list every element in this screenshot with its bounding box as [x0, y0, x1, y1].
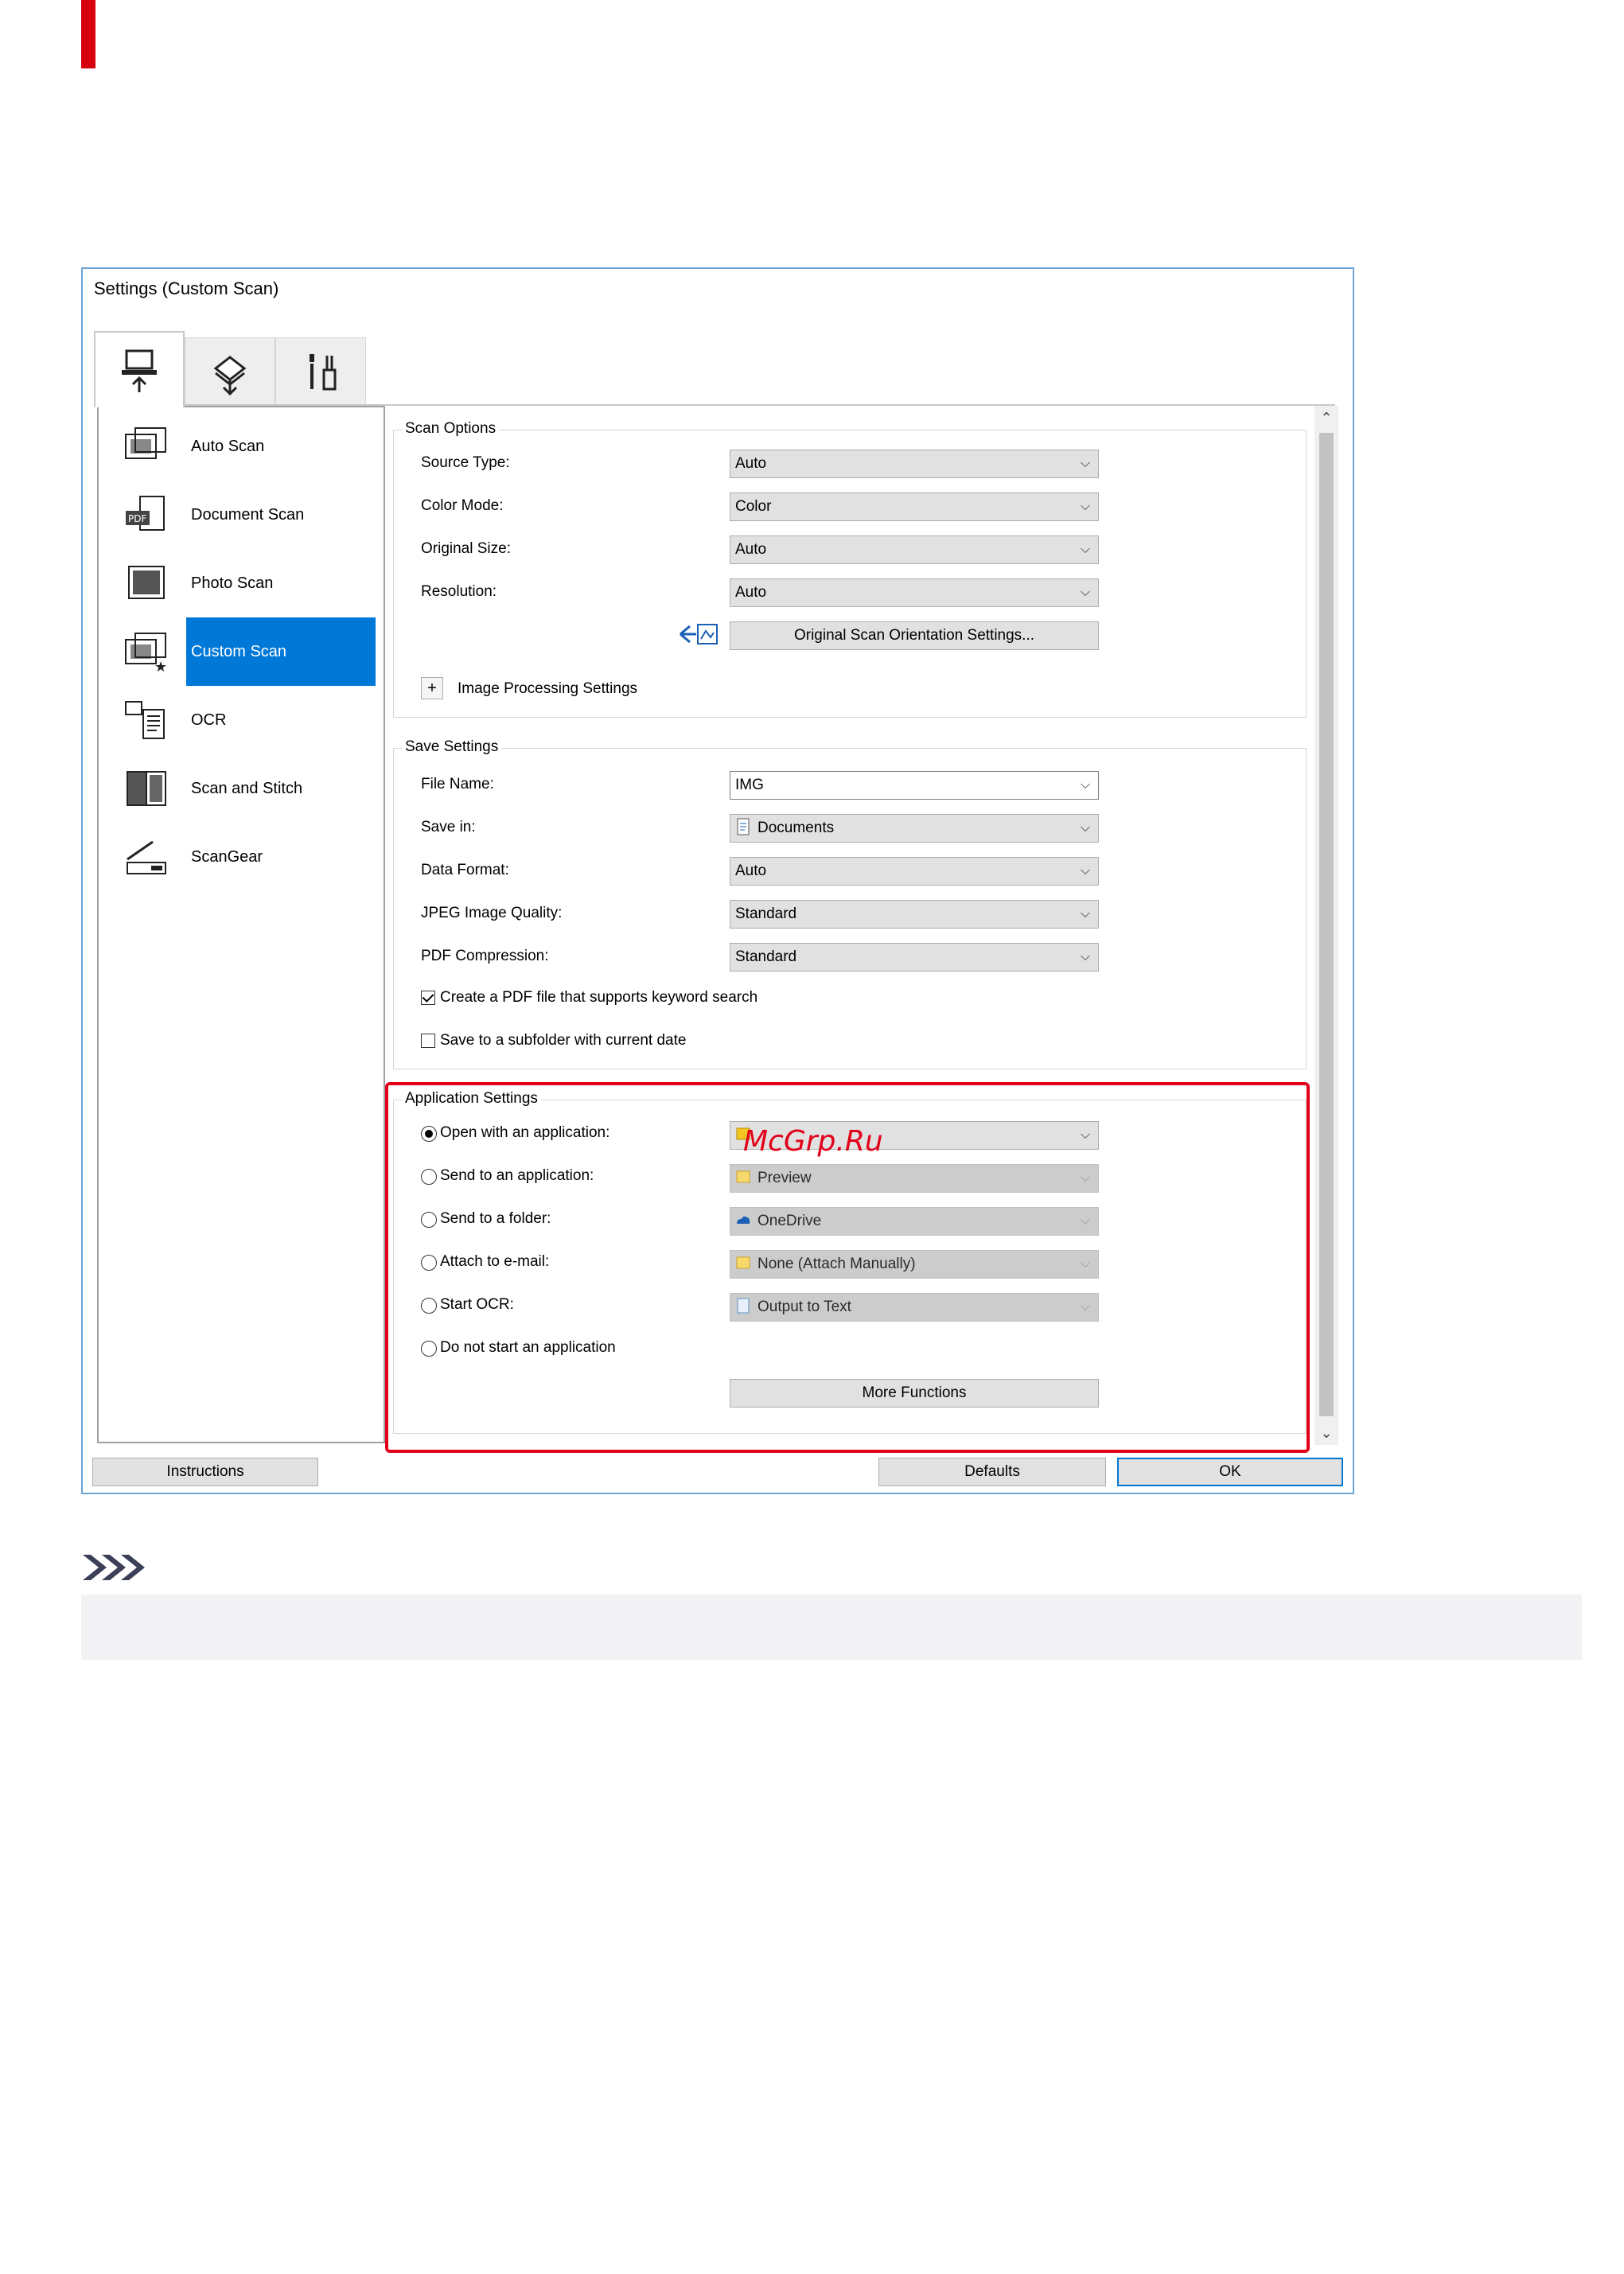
- document-scan-icon: PDF: [126, 496, 165, 531]
- resolution-label: Resolution:: [421, 583, 497, 600]
- source-type-select[interactable]: Auto ⌵: [730, 450, 1099, 478]
- scroll-down-icon[interactable]: ⌄: [1314, 1421, 1338, 1445]
- scan-from-computer-icon: [122, 349, 157, 392]
- source-type-label: Source Type:: [421, 454, 510, 471]
- mode-label: Photo Scan: [191, 574, 274, 592]
- note-box: [81, 1595, 1582, 1660]
- file-name-input[interactable]: IMG ⌵: [730, 771, 1099, 800]
- color-mode-label: Color Mode:: [421, 497, 504, 514]
- jpeg-quality-select[interactable]: Standard ⌵: [730, 900, 1099, 929]
- documents-folder-icon: [737, 818, 750, 835]
- keyword-search-label: Create a PDF file that supports keyword …: [440, 989, 758, 1006]
- group-title: Scan Options: [402, 420, 500, 438]
- chevron-down-icon: ⌵: [1080, 586, 1090, 599]
- tab-scan-from-operation-panel[interactable]: [185, 337, 275, 406]
- auto-scan-icon: [125, 427, 166, 459]
- scan-and-stitch-icon: [127, 771, 166, 806]
- scangear-icon: [127, 840, 166, 874]
- scroll-thumb[interactable]: [1319, 433, 1334, 1416]
- tab-general-settings[interactable]: [275, 337, 366, 406]
- chevron-down-icon: ⌵: [1080, 457, 1090, 470]
- pdf-compression-label: PDF Compression:: [421, 948, 549, 964]
- chevron-down-icon: ⌵: [1080, 778, 1090, 792]
- subfolder-checkbox[interactable]: [421, 1034, 435, 1048]
- save-settings-group: Save Settings File Name: IMG ⌵ Save in: D…: [393, 738, 1307, 1069]
- mode-scangear[interactable]: ScanGear: [99, 823, 384, 891]
- mode-label: ScanGear: [191, 848, 263, 866]
- original-size-label: Original Size:: [421, 540, 511, 557]
- svg-text:★: ★: [154, 659, 167, 673]
- keyword-search-checkbox[interactable]: [421, 991, 435, 1005]
- custom-scan-icon: ★: [125, 633, 167, 673]
- instructions-button[interactable]: Instructions: [92, 1458, 318, 1486]
- mode-label: Auto Scan: [191, 438, 265, 455]
- tab-scan-from-computer[interactable]: [94, 331, 185, 407]
- orientation-icon: [680, 624, 718, 644]
- chevron-down-icon: ⌵: [1080, 907, 1090, 921]
- save-in-select[interactable]: Documents ⌵: [730, 814, 1099, 843]
- section-marker: [81, 0, 95, 68]
- jpeg-quality-label: JPEG Image Quality:: [421, 905, 563, 921]
- defaults-button[interactable]: Defaults: [878, 1458, 1106, 1486]
- mode-ocr[interactable]: OCR: [99, 686, 384, 754]
- mode-auto-scan[interactable]: Auto Scan: [99, 412, 384, 481]
- chevron-down-icon: ⌵: [1080, 500, 1090, 513]
- mode-document-scan[interactable]: PDF Document Scan: [99, 481, 384, 549]
- color-mode-select[interactable]: Color ⌵: [730, 493, 1099, 521]
- image-processing-label: Image Processing Settings: [458, 680, 638, 697]
- mode-label: OCR: [191, 711, 227, 729]
- window-title: Settings (Custom Scan): [94, 278, 279, 298]
- mode-label: Document Scan: [191, 506, 305, 524]
- tab-bar: [94, 331, 366, 407]
- scan-mode-list: Auto Scan PDF Document Scan Photo Scan ★: [97, 406, 385, 1443]
- photo-scan-icon: [128, 566, 165, 599]
- ocr-icon: [125, 701, 165, 739]
- mode-custom-scan[interactable]: ★ Custom Scan: [99, 617, 384, 686]
- chevron-down-icon: ⌵: [1080, 821, 1090, 835]
- original-size-select[interactable]: Auto ⌵: [730, 535, 1099, 564]
- pdf-compression-select[interactable]: Standard ⌵: [730, 943, 1099, 972]
- chevron-down-icon: ⌵: [1080, 543, 1090, 556]
- chevron-down-icon: ⌵: [1080, 864, 1090, 878]
- orientation-settings-button[interactable]: Original Scan Orientation Settings...: [730, 621, 1099, 650]
- expand-icon[interactable]: +: [421, 677, 443, 699]
- general-settings-icon: [310, 354, 337, 391]
- note-icon: [83, 1555, 145, 1580]
- scan-options-group: Scan Options Source Type: Auto ⌵ Color Mo…: [393, 420, 1307, 718]
- resolution-select[interactable]: Auto ⌵: [730, 578, 1099, 607]
- data-format-label: Data Format:: [421, 862, 509, 878]
- vertical-scrollbar[interactable]: ⌃ ⌄: [1314, 406, 1338, 1445]
- mode-photo-scan[interactable]: Photo Scan: [99, 549, 384, 617]
- mode-scan-and-stitch[interactable]: Scan and Stitch: [99, 754, 384, 823]
- mode-label: Custom Scan: [186, 617, 376, 686]
- watermark: McGrp.Ru: [743, 1125, 883, 1158]
- mode-label: Scan and Stitch: [191, 780, 303, 797]
- svg-text:PDF: PDF: [128, 513, 146, 524]
- data-format-select[interactable]: Auto ⌵: [730, 857, 1099, 886]
- scan-from-operation-panel-icon: [213, 356, 247, 395]
- file-name-label: File Name:: [421, 776, 494, 792]
- ok-button[interactable]: OK: [1117, 1458, 1343, 1486]
- scroll-up-icon[interactable]: ⌃: [1314, 406, 1338, 430]
- subfolder-label: Save to a subfolder with current date: [440, 1032, 687, 1049]
- save-in-label: Save in:: [421, 819, 476, 835]
- chevron-down-icon: ⌵: [1080, 950, 1090, 964]
- group-title: Save Settings: [402, 738, 502, 756]
